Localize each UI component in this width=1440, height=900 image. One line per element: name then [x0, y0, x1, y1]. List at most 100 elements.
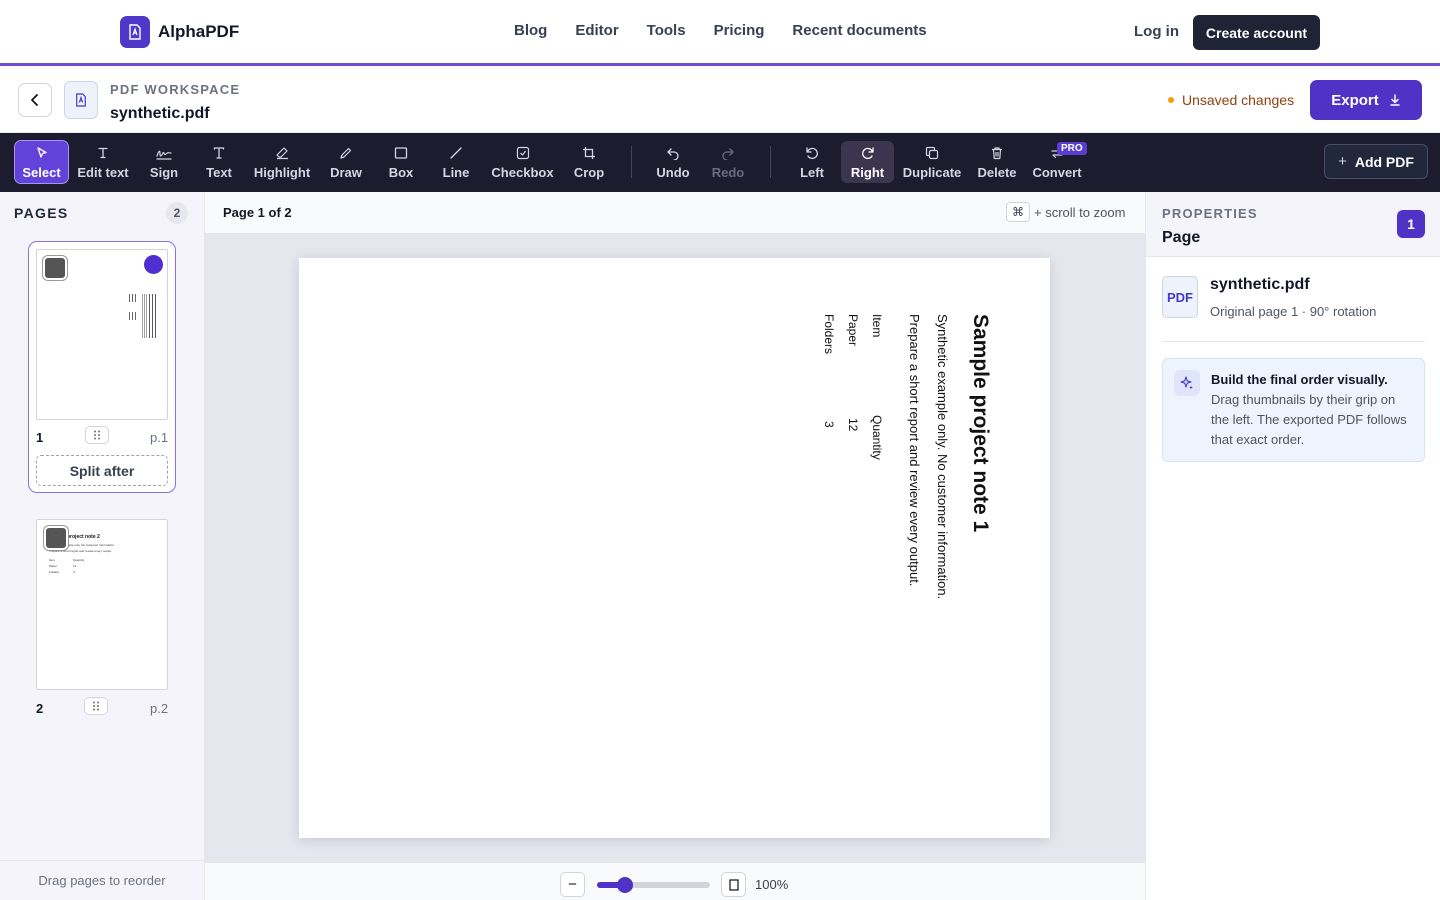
undo-button[interactable]: Undo: [652, 141, 694, 183]
page-label-2: p.2: [150, 701, 169, 716]
text-icon: [213, 147, 225, 159]
export-button[interactable]: Export: [1310, 80, 1422, 120]
login-link[interactable]: Log in: [1134, 23, 1179, 40]
unsaved-status: Unsaved changes: [1168, 92, 1294, 108]
tool-sign[interactable]: Sign: [145, 141, 183, 183]
pages-panel-title: PAGES: [14, 205, 69, 221]
nav-link-tools[interactable]: Tools: [647, 22, 686, 39]
doc-table-cell: Folders: [822, 314, 836, 355]
properties-title: Page: [1162, 229, 1201, 246]
create-account-button[interactable]: Create account: [1193, 15, 1320, 50]
fit-page-button[interactable]: [721, 872, 746, 897]
properties-page-meta: Original page 1 · 90° rotation: [1210, 304, 1377, 319]
tool-draw[interactable]: Draw: [328, 141, 364, 183]
doc-line-2: Prepare a short report and review every …: [907, 314, 922, 587]
properties-panel: PROPERTIES Page 1 PDF synthetic.pdf Orig…: [1145, 192, 1440, 900]
page-select-checkbox-2[interactable]: [44, 526, 68, 550]
properties-file-name: synthetic.pdf: [1210, 276, 1310, 293]
tool-line[interactable]: Line: [440, 141, 472, 183]
tool-box[interactable]: Box: [385, 141, 417, 183]
delete-button[interactable]: Delete: [975, 141, 1019, 183]
zoom-out-button[interactable]: −: [560, 872, 585, 897]
brand-logo[interactable]: AlphaPDF: [120, 16, 239, 48]
back-button[interactable]: [18, 83, 52, 117]
file-icon: [64, 81, 98, 119]
zoom-value: 100%: [755, 877, 789, 892]
rotate-left-button[interactable]: Left: [790, 141, 834, 183]
nav-link-blog[interactable]: Blog: [514, 22, 547, 39]
rotate-left-icon: [806, 147, 818, 160]
drag-pages-hint: Drag pages to reorder: [0, 860, 204, 900]
top-navbar: AlphaPDF Blog Editor Tools Pricing Recen…: [0, 0, 1440, 66]
thumb-2-table-cell: 3: [73, 570, 75, 574]
page-select-checkbox-1[interactable]: [43, 256, 67, 280]
eraser-highlight-icon: [275, 147, 288, 160]
page-number-1: 1: [36, 430, 44, 445]
thumb-rotated-table-body: [129, 312, 137, 320]
page-indicator: Page 1 of 2: [223, 205, 292, 220]
page-fit-icon: [728, 878, 739, 891]
cursor-icon: [36, 147, 47, 158]
thumb-rotated-lines: [142, 294, 147, 338]
rotate-right-button[interactable]: Right: [841, 141, 894, 183]
drag-grip-1[interactable]: [85, 426, 109, 444]
minus-icon: −: [568, 876, 577, 893]
add-pdf-button[interactable]: + Add PDF: [1324, 144, 1428, 179]
tool-select[interactable]: Select: [14, 140, 69, 184]
tip-body: Drag thumbnails by their grip on the lef…: [1211, 392, 1407, 447]
divider: [1162, 341, 1425, 342]
doc-table-header-item: Item: [870, 314, 884, 338]
add-pdf-label: Add PDF: [1354, 153, 1414, 170]
square-icon: [394, 147, 408, 159]
sparkle-icon: [1174, 370, 1200, 396]
split-after-button[interactable]: Split after: [36, 455, 168, 486]
tip-title: Build the final order visually.: [1211, 372, 1388, 387]
status-dot-icon: [1168, 97, 1174, 103]
pdf-file-icon: PDF: [1162, 276, 1198, 318]
crop-icon: [583, 147, 595, 159]
doc-table-header-quantity: Quantity: [870, 415, 884, 460]
workspace-file-name: synthetic.pdf: [110, 105, 210, 122]
nav-link-recent-documents[interactable]: Recent documents: [792, 22, 926, 39]
doc-line-1: Synthetic example only. No customer info…: [935, 314, 950, 600]
duplicate-button[interactable]: Duplicate: [902, 141, 962, 183]
drag-grip-2[interactable]: [84, 697, 108, 715]
document-viewer: Page 1 of 2 ⌘ + scroll to zoom Sample pr…: [205, 192, 1145, 900]
chevron-left-icon: [31, 94, 38, 106]
page-label-1: p.1: [150, 430, 169, 445]
page-card-1[interactable]: 1 p.1 Split after: [28, 241, 176, 493]
nav-link-editor[interactable]: Editor: [575, 22, 618, 39]
tool-checkbox[interactable]: Checkbox: [490, 141, 555, 183]
plus-icon: +: [1338, 153, 1347, 170]
workspace-label: PDF WORKSPACE: [110, 82, 241, 97]
properties-header: PROPERTIES Page 1: [1146, 192, 1440, 257]
zoom-slider[interactable]: [597, 877, 710, 893]
pdf-page-canvas[interactable]: Sample project note 1 Synthetic example …: [299, 258, 1050, 838]
nav-link-pricing[interactable]: Pricing: [714, 22, 765, 39]
doc-title: Sample project note 1: [969, 314, 992, 533]
undo-icon: [667, 148, 679, 160]
tool-edit-text[interactable]: Edit text: [75, 141, 131, 183]
download-icon: [1390, 94, 1400, 106]
thumb-2-table-cell: 12: [73, 564, 77, 568]
pro-badge: PRO: [1057, 142, 1087, 155]
thumb-rotated-title: [149, 294, 158, 338]
line-icon: [450, 147, 462, 159]
tip-text: Build the final order visually. Drag thu…: [1211, 370, 1416, 450]
zoom-slider-thumb[interactable]: [617, 877, 634, 893]
reorder-tip-card: Build the final order visually. Drag thu…: [1162, 358, 1425, 462]
tool-text[interactable]: Text: [200, 141, 238, 183]
nav-links: Blog Editor Tools Pricing Recent documen…: [514, 22, 927, 39]
tool-crop[interactable]: Crop: [571, 141, 607, 183]
thumb-rotated-table-head: [129, 294, 137, 302]
signature-icon: [156, 150, 172, 160]
tool-highlight[interactable]: Highlight: [252, 141, 312, 183]
workspace-header: PDF WORKSPACE synthetic.pdf Unsaved chan…: [0, 69, 1440, 133]
doc-table-cell: 3: [822, 421, 836, 428]
selected-page-badge: 1: [1397, 210, 1425, 238]
logo-icon: [120, 16, 150, 48]
redo-button[interactable]: Redo: [708, 141, 748, 183]
thumb-2-table-cell: Paper: [49, 564, 58, 568]
grip-dots-icon: [94, 430, 100, 440]
toolbar-divider: [631, 146, 632, 178]
